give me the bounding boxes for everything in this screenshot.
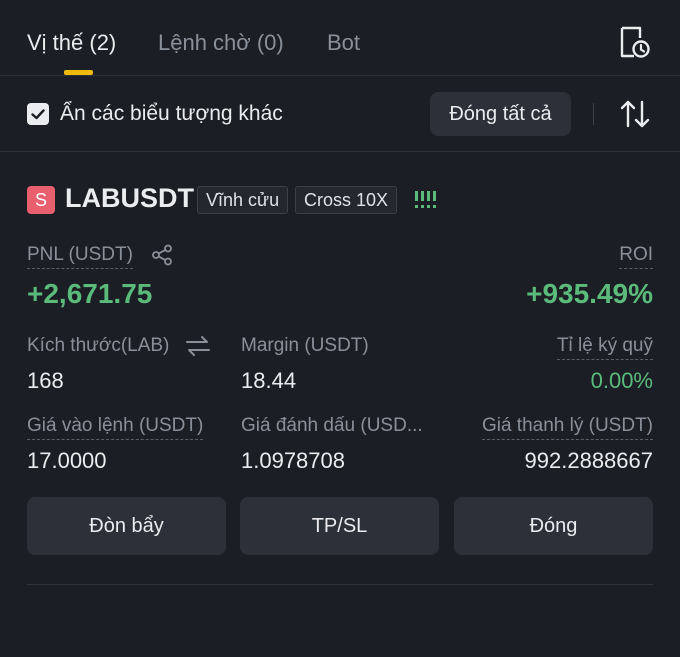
card-divider: [27, 584, 653, 585]
margin-value: 18.44: [241, 368, 297, 393]
mark-price-value: 1.0978708: [241, 448, 345, 473]
close-position-button[interactable]: Đóng: [454, 497, 653, 555]
swap-icon[interactable]: [185, 335, 211, 357]
entry-price-value: 17.0000: [27, 448, 107, 473]
pnl-value: +2,671.75: [27, 278, 153, 309]
roi-value: +935.49%: [526, 278, 653, 309]
mark-price-label: Giá đánh dấu (USD...: [241, 415, 423, 436]
hide-other-symbols-label[interactable]: Ẩn các biểu tượng khác: [60, 102, 283, 126]
liq-price-value: 992.2888667: [524, 448, 653, 473]
sort-button[interactable]: [618, 98, 652, 130]
divider: [593, 103, 594, 125]
pnl-label: PNL (USDT): [27, 244, 133, 269]
hide-other-symbols-checkbox[interactable]: [27, 103, 49, 125]
sort-icon: [620, 100, 650, 128]
active-tab-indicator: [64, 70, 93, 75]
contract-type-tag: Vĩnh cửu: [197, 186, 289, 214]
tpsl-button[interactable]: TP/SL: [240, 497, 439, 555]
filter-row: Ẩn các biểu tượng khác Đóng tất cả: [0, 76, 680, 152]
size-label: Kích thước(LAB): [27, 335, 170, 356]
history-icon: [620, 26, 650, 58]
margin-label: Margin (USDT): [241, 335, 369, 356]
tab-open-orders[interactable]: Lệnh chờ (0): [158, 30, 284, 56]
tab-positions[interactable]: Vị thế (2): [27, 30, 116, 56]
signal-strength-icon: [415, 191, 436, 208]
position-symbol[interactable]: LABUSDT: [65, 183, 194, 214]
leverage-button[interactable]: Đòn bẩy: [27, 497, 226, 555]
margin-mode-tag[interactable]: Cross 10X: [295, 186, 398, 214]
tab-bar: Vị thế (2) Lệnh chờ (0) Bot: [0, 0, 680, 76]
liq-price-label: Giá thanh lý (USDT): [481, 415, 653, 440]
close-all-button[interactable]: Đóng tất cả: [430, 92, 571, 136]
roi-label: ROI: [619, 244, 653, 269]
entry-price-label: Giá vào lệnh (USDT): [27, 415, 204, 440]
margin-ratio-value: 0.00%: [590, 368, 653, 393]
history-button[interactable]: [614, 22, 654, 62]
positions-panel: Vị thế (2) Lệnh chờ (0) Bot Ẩn các biểu …: [0, 0, 680, 657]
short-side-badge: S: [27, 186, 55, 214]
tab-bot[interactable]: Bot: [327, 30, 360, 56]
margin-ratio-label: Tỉ lệ ký quỹ: [556, 335, 653, 360]
size-value: 168: [27, 368, 64, 393]
check-icon: [31, 109, 45, 120]
share-icon[interactable]: [151, 244, 173, 266]
